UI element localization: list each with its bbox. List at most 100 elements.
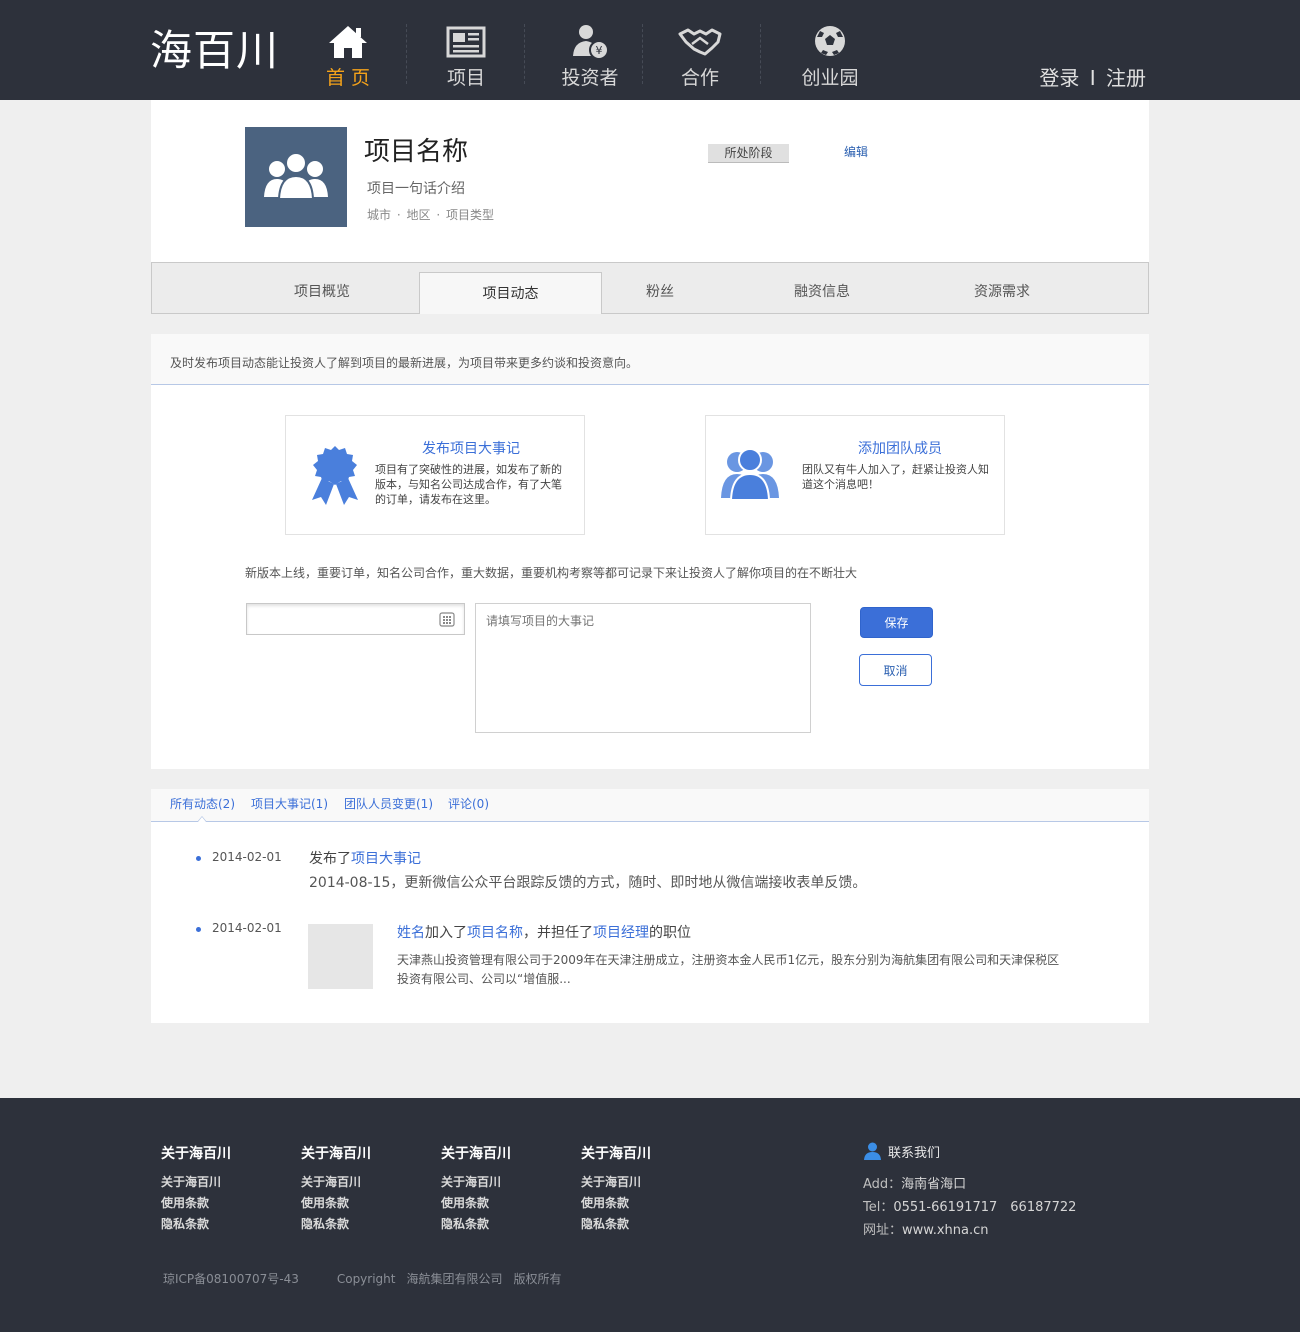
footer-link-privacy[interactable]: 隐私条款 bbox=[581, 1214, 651, 1235]
active-tab-caret bbox=[197, 816, 207, 822]
edit-link[interactable]: 编辑 bbox=[844, 143, 868, 160]
milestone-card-title: 发布项目大事记 bbox=[422, 441, 520, 457]
tab-fans[interactable]: 粉丝 bbox=[612, 271, 708, 314]
joined-text: 加入了 bbox=[425, 925, 467, 941]
company-name: 海航集团有限公司 bbox=[406, 1272, 503, 1286]
nav-investors[interactable]: ¥ 投资者 bbox=[531, 0, 649, 100]
footer-link-privacy[interactable]: 隐私条款 bbox=[161, 1214, 231, 1235]
project-tabs: 项目概览 项目动态 粉丝 融资信息 资源需求 bbox=[151, 262, 1149, 314]
award-ribbon-icon bbox=[312, 446, 358, 505]
address-label: Add： bbox=[863, 1177, 902, 1192]
contact-tel: Tel：0551-66191717 66187722 bbox=[863, 1196, 1076, 1219]
member-name-link[interactable]: 姓名 bbox=[397, 925, 425, 941]
team-members-icon bbox=[721, 448, 779, 501]
tab-overview[interactable]: 项目概览 bbox=[242, 271, 402, 314]
tab-financing[interactable]: 融资信息 bbox=[762, 271, 882, 314]
role-suffix-text: 的职位 bbox=[649, 925, 691, 941]
publish-panel: 及时发布项目动态能让投资人了解到项目的最新进展，为项目带来更多约谈和投资意向。 … bbox=[151, 334, 1149, 769]
calendar-icon[interactable] bbox=[439, 612, 455, 627]
footer-heading: 关于海百川 bbox=[301, 1146, 371, 1162]
nav-cooperation-label: 合作 bbox=[680, 67, 719, 89]
nav-cooperation[interactable]: 合作 bbox=[641, 0, 759, 100]
footer-column: 关于海百川 关于海百川 使用条款 隐私条款 bbox=[301, 1145, 371, 1235]
register-link[interactable]: 注册 bbox=[1106, 66, 1146, 90]
copyright-line: 琼ICP备08100707号-43 Copyright 海航集团有限公司 版权所有 bbox=[163, 1270, 573, 1287]
tab-updates[interactable]: 项目动态 bbox=[419, 272, 602, 314]
project-name-link[interactable]: 项目名称 bbox=[467, 925, 523, 941]
publish-milestone-card[interactable]: 发布项目大事记 项目有了突破性的进展，如发布了新的版本，与知名公司达成合作，有了… bbox=[285, 415, 585, 535]
footer-link-about[interactable]: 关于海百川 bbox=[301, 1172, 371, 1193]
stage-badge: 所处阶段 bbox=[708, 144, 789, 163]
save-button[interactable]: 保存 bbox=[860, 607, 933, 638]
contact-block: 联系我们 Add：海南省海口 Tel：0551-66191717 6618772… bbox=[863, 1142, 1076, 1242]
cancel-button[interactable]: 取消 bbox=[859, 654, 932, 686]
top-header: 海百川 首 页 项目 ¥ 投资者 合作 创业园 登录 I 注册 bbox=[0, 0, 1300, 100]
feed-tab-comments[interactable]: 评论(0) bbox=[448, 789, 489, 820]
feed-item-headline: 发布了项目大事记 bbox=[309, 848, 421, 868]
feed-tab-team-changes[interactable]: 团队人员变更(1) bbox=[344, 789, 433, 820]
nav-incubator[interactable]: 创业园 bbox=[771, 0, 889, 100]
tab-resources[interactable]: 资源需求 bbox=[942, 271, 1062, 314]
footer-heading: 关于海百川 bbox=[441, 1146, 511, 1162]
role-link[interactable]: 项目经理 bbox=[593, 925, 649, 941]
tel-label: Tel： bbox=[863, 1200, 894, 1215]
nav-projects[interactable]: 项目 bbox=[407, 0, 525, 100]
project-intro: 项目一句话介绍 bbox=[367, 181, 465, 197]
milestone-textarea[interactable] bbox=[475, 603, 811, 733]
activity-feed: 所有动态(2) 项目大事记(1) 团队人员变更(1) 评论(0) 2014-02… bbox=[151, 789, 1149, 1023]
feed-tab-milestones[interactable]: 项目大事记(1) bbox=[251, 789, 328, 820]
contact-address: Add：海南省海口 bbox=[863, 1173, 1076, 1196]
footer-link-terms[interactable]: 使用条款 bbox=[581, 1193, 651, 1214]
meta-dot: · bbox=[436, 208, 441, 222]
contact-heading: 联系我们 bbox=[863, 1142, 1076, 1164]
timeline-dot bbox=[196, 927, 201, 932]
copyright-text: Copyright bbox=[336, 1272, 396, 1286]
publish-tip: 及时发布项目动态能让投资人了解到项目的最新进展，为项目带来更多约谈和投资意向。 bbox=[151, 334, 1149, 385]
nav-divider bbox=[524, 24, 525, 84]
footer-link-terms[interactable]: 使用条款 bbox=[161, 1193, 231, 1214]
member-excerpt: 天津燕山投资管理有限公司于2009年在天津注册成立，注册资本金人民币1亿元，股东… bbox=[397, 953, 1060, 986]
auth-links: 登录 I 注册 bbox=[1039, 64, 1146, 92]
role-prefix-text: ，并担任了 bbox=[523, 925, 593, 941]
newspaper-icon bbox=[446, 26, 486, 58]
nav-investors-label: 投资者 bbox=[561, 67, 619, 89]
milestone-date-input[interactable] bbox=[246, 603, 465, 635]
meta-dot: · bbox=[396, 208, 401, 222]
feed-milestone-link[interactable]: 项目大事记 bbox=[351, 851, 421, 867]
feed-item-date: 2014-02-01 bbox=[212, 921, 282, 935]
feed-filter-tabs: 所有动态(2) 项目大事记(1) 团队人员变更(1) 评论(0) bbox=[151, 789, 1149, 822]
investor-icon: ¥ bbox=[573, 25, 609, 60]
nav-projects-label: 项目 bbox=[446, 67, 485, 89]
user-icon bbox=[864, 1142, 881, 1160]
project-city: 城市 bbox=[367, 208, 392, 222]
nav-divider bbox=[760, 24, 761, 84]
nav-home[interactable]: 首 页 bbox=[289, 0, 407, 100]
project-name: 项目名称 bbox=[364, 137, 469, 167]
footer-column: 关于海百川 关于海百川 使用条款 隐私条款 bbox=[161, 1145, 231, 1235]
nav-incubator-label: 创业园 bbox=[801, 67, 859, 89]
auth-separator: I bbox=[1089, 66, 1096, 90]
site-logo[interactable]: 海百川 bbox=[150, 26, 279, 76]
footer-link-about[interactable]: 关于海百川 bbox=[161, 1172, 231, 1193]
footer-link-about[interactable]: 关于海百川 bbox=[441, 1172, 511, 1193]
feed-item-detail: 2014-08-15，更新微信公众平台跟踪反馈的方式，随时、即时地从微信端接收表… bbox=[309, 875, 867, 891]
website-value[interactable]: www.xhna.cn bbox=[902, 1223, 989, 1238]
feed-item-date: 2014-02-01 bbox=[212, 850, 282, 864]
footer-link-about[interactable]: 关于海百川 bbox=[581, 1172, 651, 1193]
publish-hint: 新版本上线，重要订单，知名公司合作，重大数据，重要机构考察等都可记录下来让投资人… bbox=[245, 566, 858, 580]
address-value: 海南省海口 bbox=[901, 1177, 967, 1192]
footer-link-terms[interactable]: 使用条款 bbox=[301, 1193, 371, 1214]
add-member-card[interactable]: 添加团队成员 团队又有牛人加入了，赶紧让投资人知道这个消息吧！ bbox=[705, 415, 1005, 535]
handshake-icon bbox=[678, 28, 722, 56]
project-meta: 城市 · 地区 · 项目类型 bbox=[367, 206, 494, 223]
footer-link-privacy[interactable]: 隐私条款 bbox=[441, 1214, 511, 1235]
home-icon bbox=[329, 26, 367, 58]
contact-website: 网址：www.xhna.cn bbox=[863, 1219, 1076, 1242]
footer-link-privacy[interactable]: 隐私条款 bbox=[301, 1214, 371, 1235]
footer-heading: 关于海百川 bbox=[161, 1146, 231, 1162]
footer-link-terms[interactable]: 使用条款 bbox=[441, 1193, 511, 1214]
project-profile-card: 项目名称 项目一句话介绍 城市 · 地区 · 项目类型 所处阶段 编辑 bbox=[151, 100, 1149, 262]
svg-text:¥: ¥ bbox=[596, 44, 603, 57]
member-avatar[interactable] bbox=[308, 924, 373, 989]
login-link[interactable]: 登录 bbox=[1039, 66, 1079, 90]
